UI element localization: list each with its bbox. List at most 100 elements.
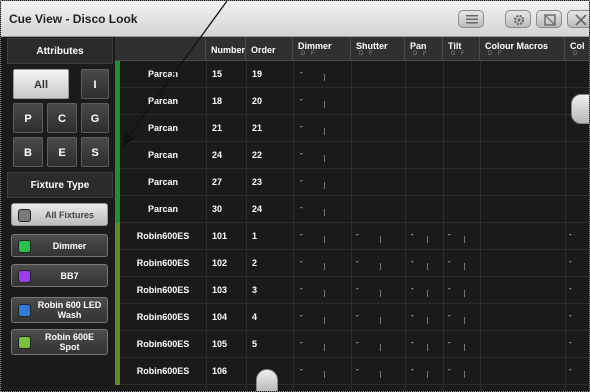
shutter-value[interactable]: - [356,338,359,347]
fixture-number-cell: 101 [212,231,228,241]
table-row[interactable]: Robin600ES 103 3 - - - - - [115,277,589,304]
fixture-type-cell: Parcan [147,96,179,106]
table-row[interactable]: Robin600ES 106 - - - - - [115,358,589,385]
fixture-robin-600-led-wash-button[interactable]: Robin 600 LED Wash [11,297,108,323]
pan-value[interactable]: - [411,311,414,320]
fixture-order-cell: 5 [252,339,258,349]
shutter-value[interactable]: - [356,311,359,320]
left-panel: Attributes All I P C G B E S Fixture Typ… [1,37,115,391]
col-value[interactable]: - [569,311,572,320]
col-value[interactable]: - [569,257,572,266]
tilt-value[interactable]: - [448,230,451,239]
shutter-value[interactable]: - [356,230,359,239]
close-button[interactable] [567,10,589,28]
tilt-value[interactable]: - [448,365,451,374]
dimmer-value[interactable]: - [300,95,303,104]
pan-value[interactable]: - [411,230,414,239]
header-col[interactable]: Col D [565,37,589,61]
dimmer-value[interactable]: - [300,68,303,77]
tilt-value[interactable]: - [448,338,451,347]
table-row[interactable]: Robin600ES 102 2 - - - - - [115,250,589,277]
dimmer-value[interactable]: - [300,203,303,212]
fixture-number-cell: 106 [212,366,228,376]
dimmer-value[interactable]: - [300,257,303,266]
table-row[interactable]: Parcan 27 23 - [115,169,589,196]
shutter-value[interactable]: - [356,257,359,266]
fixture-bb7-button[interactable]: BB7 [11,264,108,287]
fixture-label: Robin 600 LED Wash [37,300,102,320]
table-row[interactable]: Robin600ES 101 1 - - - - - [115,223,589,250]
shutter-fade-marker [380,344,381,351]
grid-button[interactable] [536,10,562,28]
header-number[interactable]: Number [206,37,246,61]
shutter-value[interactable]: - [356,365,359,374]
tilt-value[interactable]: - [448,311,451,320]
table-row[interactable]: Parcan 30 24 - [115,196,589,223]
fixture-order-cell: 20 [252,96,263,106]
fixture-type-cell: Robin600ES [136,312,190,322]
header-tilt[interactable]: Tilt D F [443,37,480,61]
pan-fade-marker [427,371,428,378]
attribute-p-button[interactable]: P [13,103,43,133]
pan-value[interactable]: - [411,257,414,266]
tilt-fade-marker [464,290,465,297]
table-row[interactable]: Parcan 24 22 - [115,142,589,169]
pan-value[interactable]: - [411,338,414,347]
fixture-dimmer-button[interactable]: Dimmer [11,234,108,257]
attribute-s-button[interactable]: S [81,137,109,167]
settings-button[interactable] [505,10,531,28]
attribute-c-button[interactable]: C [47,103,77,133]
table-row[interactable]: Parcan 18 20 - [115,88,589,115]
table-row[interactable]: Robin600ES 104 4 - - - - - [115,304,589,331]
header-order[interactable]: Order [246,37,293,61]
attribute-e-button[interactable]: E [47,137,77,167]
fixture-swatch [18,240,31,253]
col-value[interactable]: - [569,365,572,374]
dimmer-value[interactable]: - [300,365,303,374]
header-dimmer[interactable]: Dimmer D F [293,37,351,61]
fixture-order-cell: 3 [252,285,258,295]
col-value[interactable]: - [569,230,572,239]
fixture-type-cell: Robin600ES [136,231,190,241]
dimmer-value[interactable]: - [300,338,303,347]
dimmer-value[interactable]: - [300,311,303,320]
vertical-scroll-handle[interactable] [571,94,589,124]
table-row[interactable]: Robin600ES 105 5 - - - - - [115,331,589,358]
fixture-order-cell: 24 [252,204,263,214]
dimmer-value[interactable]: - [300,149,303,158]
attribute-all-button[interactable]: All [13,69,69,99]
attribute-b-button[interactable]: B [13,137,43,167]
pan-value[interactable]: - [411,284,414,293]
list-button[interactable] [458,10,484,28]
tilt-fade-marker [464,371,465,378]
pan-value[interactable]: - [411,365,414,374]
fixture-label: Dimmer [52,240,87,251]
header-pan[interactable]: Pan D F [405,37,443,61]
cue-view-window: Cue View - Disco Look Attributes All I P [0,0,590,392]
horizontal-scroll-handle[interactable] [256,369,278,391]
fixture-number-cell: 105 [212,339,228,349]
fixture-type-cell: Parcan [147,150,179,160]
tilt-value[interactable]: - [448,257,451,266]
dimmer-value[interactable]: - [300,230,303,239]
tilt-value[interactable]: - [448,284,451,293]
header-colour-macros[interactable]: Colour Macros D F [480,37,565,61]
shutter-value[interactable]: - [356,284,359,293]
fixture-label: BB7 [60,270,79,281]
header-shutter[interactable]: Shutter D F [351,37,405,61]
shutter-fade-marker [380,263,381,270]
dimmer-value[interactable]: - [300,176,303,185]
attribute-i-button[interactable]: I [81,69,109,99]
dimmer-value[interactable]: - [300,284,303,293]
fixture-robin-600e-spot-button[interactable]: Robin 600E Spot [11,329,108,355]
attribute-g-button[interactable]: G [81,103,109,133]
fixture-type-header: Fixture Type [7,172,113,198]
col-value[interactable]: - [569,284,572,293]
table-row[interactable]: Parcan 21 21 - [115,115,589,142]
fixture-all-button[interactable]: All Fixtures [11,203,108,226]
table-row[interactable]: Parcan 15 19 - [115,61,589,88]
col-value[interactable]: - [569,338,572,347]
header-type[interactable] [115,37,206,61]
dimmer-value[interactable]: - [300,122,303,131]
tilt-fade-marker [464,317,465,324]
